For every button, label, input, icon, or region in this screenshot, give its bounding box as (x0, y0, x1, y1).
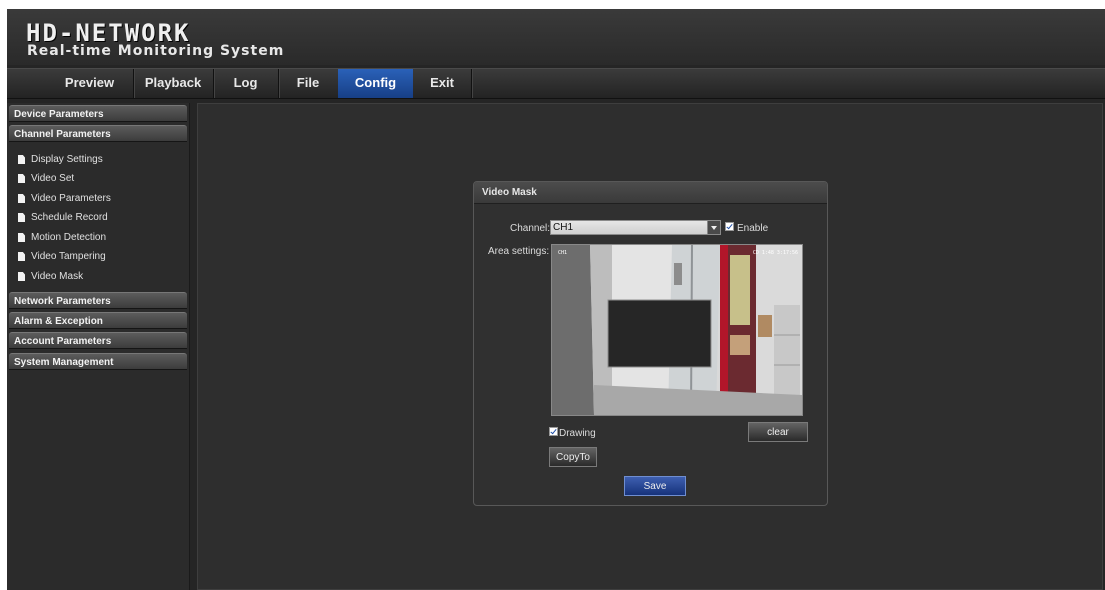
sidebar-item-display-settings[interactable]: Display Settings (18, 152, 103, 168)
sidebar-item-video-parameters[interactable]: Video Parameters (18, 191, 111, 207)
app-subtitle: Real-time Monitoring System (27, 43, 285, 59)
channel-label: Channel: (510, 223, 551, 234)
drawing-checkbox[interactable] (549, 427, 558, 436)
video-osd-channel: CH1 (558, 250, 567, 256)
document-icon (18, 272, 25, 281)
sidebar-cat-network[interactable]: Network Parameters (9, 292, 187, 309)
sidebar-cat-channel[interactable]: Channel Parameters (9, 125, 187, 142)
video-preview-canvas[interactable]: CH1 CD 1:48 3:17:56 (551, 244, 803, 416)
sidebar-cat-device[interactable]: Device Parameters (9, 105, 187, 122)
sidebar: Device Parameters Channel Parameters Dis… (7, 103, 190, 590)
sidebar-item-schedule-record[interactable]: Schedule Record (18, 210, 108, 226)
sidebar-item-label: Schedule Record (31, 212, 108, 223)
sidebar-item-label: Motion Detection (31, 232, 107, 243)
sidebar-item-label: Display Settings (31, 154, 103, 165)
enable-checkbox[interactable] (725, 222, 734, 231)
sidebar-item-label: Video Tampering (31, 251, 106, 262)
header: HD-NETWORK Real-time Monitoring System (7, 9, 1105, 65)
channel-select[interactable]: CH1 (550, 220, 721, 235)
enable-label: Enable (737, 223, 769, 234)
nav-log[interactable]: Log (213, 69, 279, 98)
sidebar-item-label: Video Parameters (31, 193, 111, 204)
nav-exit[interactable]: Exit (413, 69, 472, 98)
sidebar-item-video-tampering[interactable]: Video Tampering (18, 249, 106, 265)
camera-feed-image: CH1 CD 1:48 3:17:56 (552, 245, 802, 415)
sidebar-item-label: Video Mask (31, 271, 84, 282)
clear-button[interactable]: clear (748, 422, 808, 442)
document-icon (18, 194, 25, 203)
nav-playback[interactable]: Playback (133, 69, 214, 98)
document-icon (18, 155, 25, 164)
video-osd-timestamp: CD 1:48 3:17:56 (753, 250, 798, 256)
channel-select-value: CH1 (553, 222, 574, 233)
copy-to-button[interactable]: CopyTo (549, 447, 597, 467)
panel-title: Video Mask (474, 182, 827, 204)
sidebar-item-motion-detection[interactable]: Motion Detection (18, 230, 107, 246)
sidebar-item-video-mask[interactable]: Video Mask (18, 269, 84, 285)
document-icon (18, 213, 25, 222)
main-nav: Preview Playback Log File Config Exit (7, 68, 1105, 99)
video-mask-panel: Video Mask Channel: CH1 Enable Area sett… (473, 181, 828, 506)
sidebar-item-label: Video Set (31, 173, 75, 184)
nav-file[interactable]: File (278, 69, 339, 98)
drawing-label: Drawing (559, 428, 596, 439)
sidebar-cat-account[interactable]: Account Parameters (9, 332, 187, 349)
app-window: HD-NETWORK Real-time Monitoring System P… (7, 9, 1105, 590)
document-icon (18, 174, 25, 183)
chevron-down-icon[interactable] (707, 221, 720, 234)
save-button[interactable]: Save (624, 476, 686, 496)
sidebar-cat-system[interactable]: System Management (9, 353, 187, 370)
sidebar-cat-alarm[interactable]: Alarm & Exception (9, 312, 187, 329)
nav-config[interactable]: Config (338, 69, 413, 98)
sidebar-item-video-set[interactable]: Video Set (18, 171, 75, 187)
area-settings-label: Area settings: (488, 246, 550, 257)
document-icon (18, 233, 25, 242)
document-icon (18, 252, 25, 261)
nav-preview[interactable]: Preview (46, 69, 134, 98)
